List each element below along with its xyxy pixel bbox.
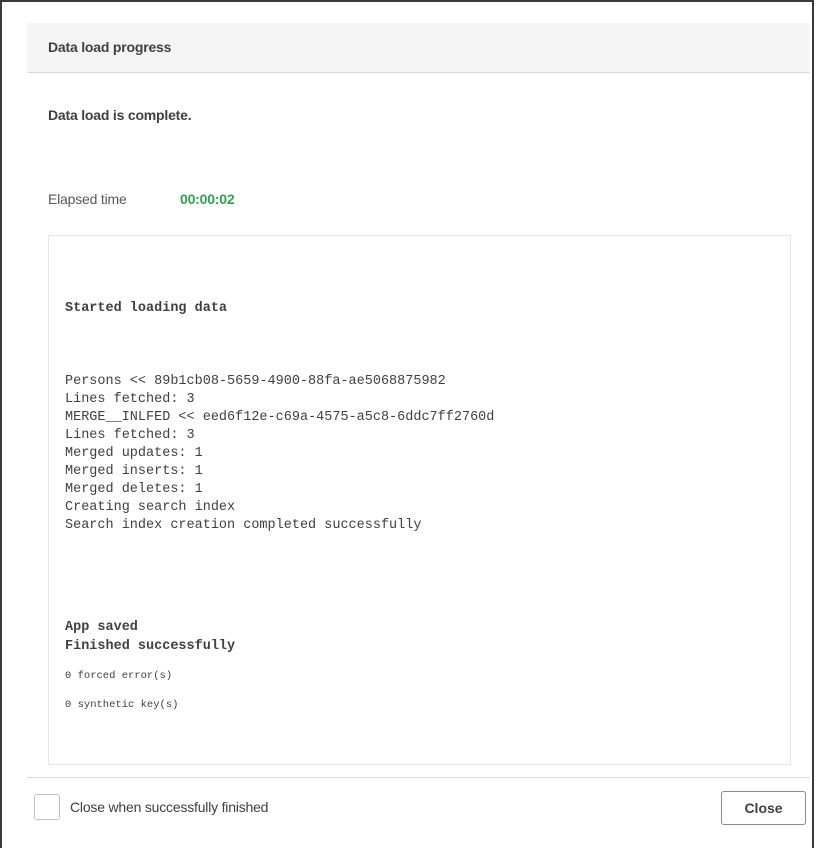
dialog-header: Data load progress bbox=[27, 23, 810, 73]
dialog-title: Data load progress bbox=[48, 39, 172, 55]
log-line-forced-errors: 0 forced error(s) bbox=[65, 670, 173, 682]
load-log-panel[interactable]: Started loading data Persons << 89b1cb08… bbox=[48, 235, 791, 765]
dialog-footer: Close when successfully finished Close bbox=[27, 777, 810, 839]
log-line: Merged inserts: 1 bbox=[65, 464, 203, 479]
log-line-finished: Finished successfully bbox=[65, 639, 236, 654]
log-line: Search index creation completed successf… bbox=[65, 518, 422, 533]
log-line: Lines fetched: 3 bbox=[65, 392, 195, 407]
close-when-finished-checkbox[interactable] bbox=[34, 794, 60, 820]
log-line: Merged deletes: 1 bbox=[65, 482, 203, 497]
load-status-text: Data load is complete. bbox=[48, 107, 192, 123]
close-when-finished-label[interactable]: Close when successfully finished bbox=[70, 799, 268, 815]
elapsed-time-value: 00:00:02 bbox=[180, 191, 235, 207]
log-line: Merged updates: 1 bbox=[65, 446, 203, 461]
log-line: Persons << 89b1cb08-5659-4900-88fa-ae506… bbox=[65, 374, 446, 389]
close-button[interactable]: Close bbox=[721, 791, 806, 825]
log-line: Creating search index bbox=[65, 500, 236, 515]
log-line-started: Started loading data bbox=[65, 301, 228, 316]
log-line-synthetic-keys: 0 synthetic key(s) bbox=[65, 699, 179, 711]
log-line: Lines fetched: 3 bbox=[65, 428, 195, 443]
elapsed-time-label: Elapsed time bbox=[48, 191, 127, 207]
log-line-app-saved: App saved bbox=[65, 620, 138, 635]
log-line: MERGE__INLFED << eed6f12e-c69a-4575-a5c8… bbox=[65, 410, 495, 425]
